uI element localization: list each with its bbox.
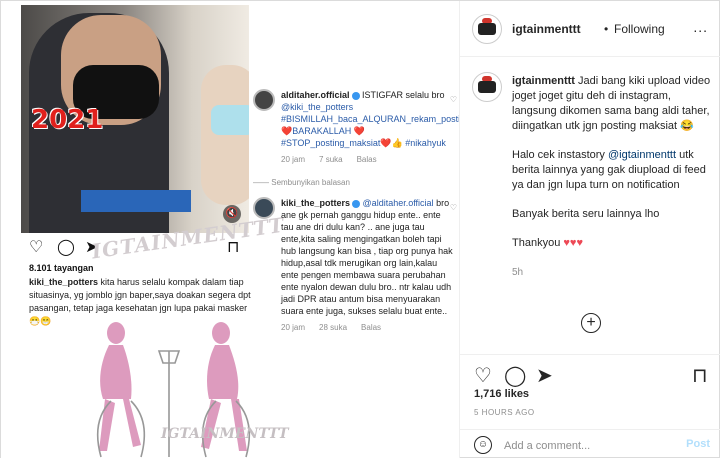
reply-avatar [253,197,275,219]
hide-replies-label: Sembunyikan balasan [271,178,350,187]
load-more-comments-icon[interactable]: + [581,313,601,333]
avatar[interactable] [472,72,502,102]
reply-item: ♡ kiki_the_potters @alditaher.official b… [253,197,457,332]
reply-mention: @alditaher.official [362,198,434,208]
inner-caption: kiki_the_potters kita harus selalu kompa… [29,276,259,328]
caption-paragraph: Thankyou ♥♥♥ [512,236,712,251]
reply-likes: 28 suka [319,323,348,332]
comments-area: igtainmenttt Jadi bang kiki upload video… [460,58,720,354]
reply-meta: 20 jam 28 suka Balas [281,323,453,332]
view-count: 8.101 tayangan [29,263,94,273]
comment-hashtags: #BISMILLAH_baca_ALQURAN_rekam_posting❤️B… [281,114,459,148]
comments-screenshot: ♡ alditaher.official ISTIGFAR selalu bro… [253,89,459,332]
video-person-woman [201,65,249,205]
caption-paragraph: Halo cek instastory @igtainmenttt utk be… [512,148,712,193]
hide-replies: —— Sembunyikan balasan [253,178,350,187]
likes-count[interactable]: 1,716 likes [474,388,529,400]
video-person-woman-mask [211,105,249,135]
reply-text: kiki_the_potters @alditaher.official bro… [281,197,453,317]
post-media[interactable]: 2021 🔇 ♡ ◯ ➤ ⊓ IGTAINMENTTT 8.101 tayang… [1,1,459,458]
reply-body: bro ane gk pernah ganggu hidup ente.. en… [281,198,453,316]
inner-caption-user: kiki_the_potters [29,277,99,287]
share-icon[interactable]: ➤ [536,365,553,387]
avatar[interactable] [472,14,502,44]
year-sticker: 2021 [31,105,104,135]
comment-input[interactable] [504,438,674,454]
reply-reply: Balas [361,323,382,332]
inner-comment-icon: ◯ [57,239,75,256]
verified-badge-icon [352,199,361,208]
caption-text-3: Banyak berita seru lainnya lho [512,208,660,220]
inner-heart-icon: ♡ [29,239,44,256]
comment-heart-icon: ♡ [449,95,457,104]
caption-text-2a: Halo cek instastory [512,149,608,161]
comment-icon[interactable]: ◯ [504,365,526,387]
caption-username[interactable]: igtainmenttt [512,75,575,87]
video-frame[interactable]: 2021 🔇 [21,5,249,233]
watermark-text-bottom: IGTAINMENTTT [161,426,289,442]
caption-text-4: Thankyou [512,237,564,249]
comment-mention: @kiki_the_potters [281,102,354,112]
caption-time: 5h [512,267,524,278]
comment-text: alditaher.official ISTIGFAR selalu bro @… [281,89,459,149]
add-comment-row: ☺ Post [460,429,720,458]
emoji-icon[interactable]: ☺ [474,436,492,454]
like-heart-icon[interactable]: ♡ [474,365,492,387]
comment-avatar [253,89,275,111]
following-button[interactable]: Following [614,22,665,36]
more-options-icon[interactable]: ... [693,19,708,35]
reply-username: kiki_the_potters [281,198,351,208]
post-side-panel: igtainmenttt • Following ... igtainmentt… [459,1,720,458]
instagram-post-view: 2021 🔇 ♡ ◯ ➤ ⊓ IGTAINMENTTT 8.101 tayang… [0,0,720,458]
post-actions: ♡ ◯ ➤ ⊓ 1,716 likes 5 HOURS AGO ☺ Post [460,354,720,458]
reply-time: 20 jam [281,323,306,332]
comment-reply: Balas [356,155,377,164]
header-username[interactable]: igtainmenttt [512,22,581,36]
comment-body: ISTIGFAR selalu bro [359,90,445,100]
caption-paragraph: igtainmenttt Jadi bang kiki upload video… [512,74,712,134]
bookmark-icon[interactable]: ⊓ [692,365,708,387]
post-timestamp: 5 HOURS AGO [474,408,535,417]
caption-mention[interactable]: @igtainmenttt [608,149,676,161]
comment-likes: 7 suka [319,155,343,164]
hearts-emoji: ♥♥♥ [563,237,583,249]
reply-heart-icon: ♡ [449,203,457,212]
comment-time: 20 jam [281,155,306,164]
post-header: igtainmenttt • Following ... [460,1,720,57]
video-person-shirt [81,190,191,212]
comment-item: ♡ alditaher.official ISTIGFAR selalu bro… [253,89,459,164]
comment-username: alditaher.official [281,90,350,100]
verified-badge-icon [351,91,360,100]
header-separator: • [604,22,609,36]
post-button[interactable]: Post [686,438,710,450]
post-caption: igtainmenttt Jadi bang kiki upload video… [512,74,712,280]
comment-meta: 20 jam 7 suka Balas [281,155,453,164]
